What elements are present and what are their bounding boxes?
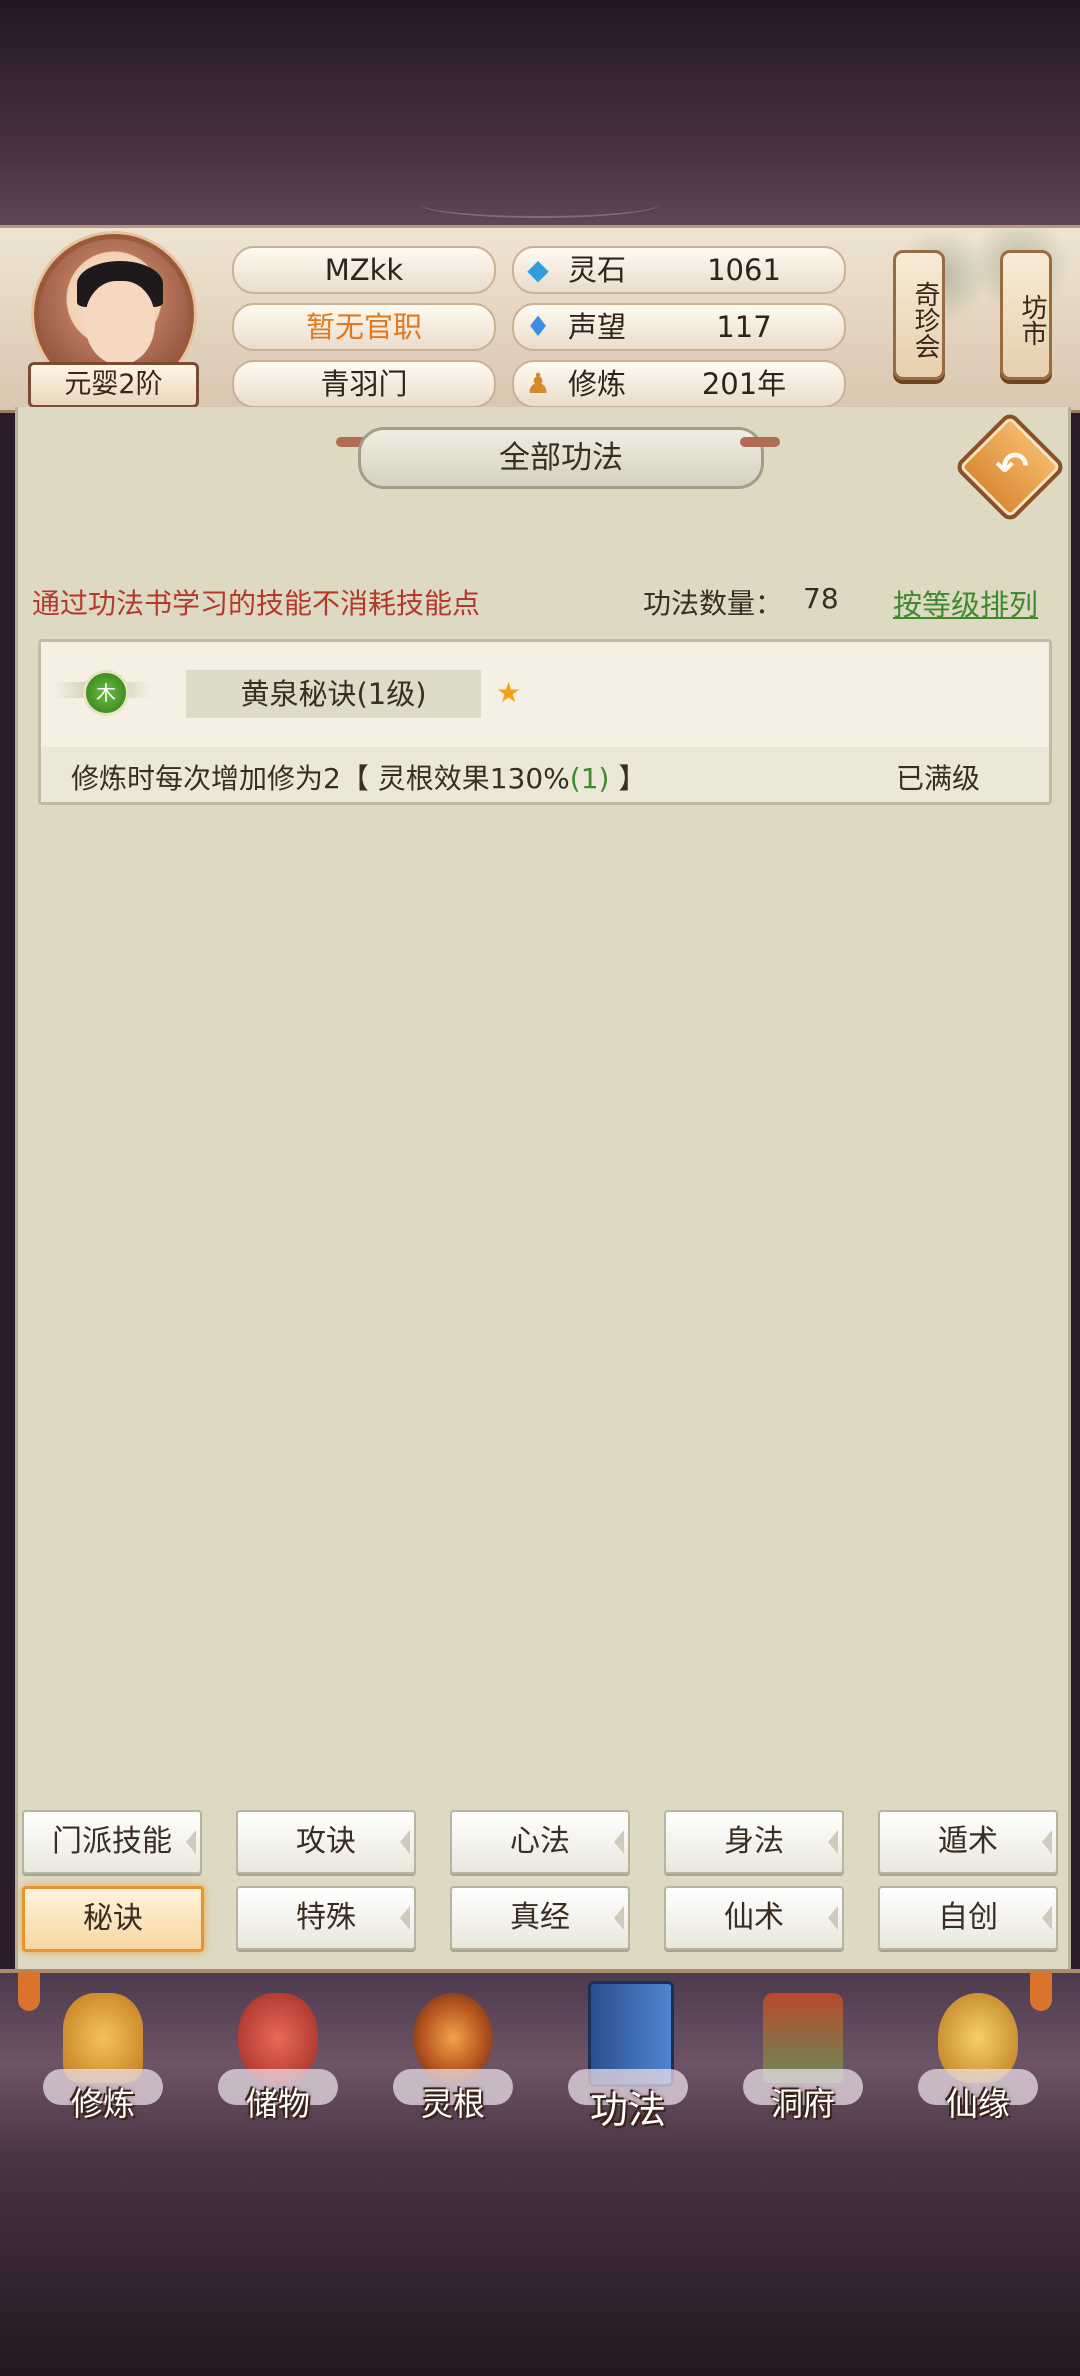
resource-reputation[interactable]: ♦ 声望 117	[512, 303, 846, 351]
skill-count-value: 78	[803, 582, 839, 615]
nav-fate[interactable]: 仙缘	[903, 1979, 1053, 2149]
resource-cultivation[interactable]: ♟ 修炼 201年	[512, 360, 846, 408]
tab-label: 真经	[510, 1900, 570, 1935]
nav-dwelling[interactable]: 洞府	[728, 1979, 878, 2149]
back-arrow-icon: ↶	[995, 444, 1029, 490]
meditation-icon: ♟	[525, 367, 551, 400]
tab-label: 遁术	[938, 1824, 998, 1859]
resource-label: 灵石	[568, 253, 627, 287]
skill-status: 已满级	[896, 762, 981, 795]
skill-description: 修炼时每次增加修为2【 灵根效果130%(1) 】	[71, 757, 646, 797]
nav-label: 灵根	[420, 2085, 485, 2123]
feather-icon: ♦	[525, 310, 551, 343]
tab-escape[interactable]: 遁术	[878, 1810, 1058, 1874]
player-name: MZkk	[232, 246, 496, 294]
nav-skills[interactable]: 功法	[553, 1979, 703, 2149]
tab-sect-skills[interactable]: 门派技能	[22, 1810, 202, 1874]
nav-label: 仙缘	[945, 2085, 1010, 2123]
title-ornament-right	[740, 437, 780, 447]
tab-mind[interactable]: 心法	[450, 1810, 630, 1874]
nav-storage[interactable]: 储物	[203, 1979, 353, 2149]
resource-value: 117	[716, 310, 772, 344]
tab-label: 自创	[938, 1900, 998, 1935]
tab-label: 特殊	[296, 1900, 356, 1935]
tab-secret[interactable]: 秘诀	[22, 1886, 204, 1952]
skill-description-end: 】	[609, 762, 647, 795]
nav-label: 洞府	[770, 2085, 835, 2123]
gem-icon: ◆	[527, 253, 549, 286]
resource-label: 修炼	[568, 367, 627, 401]
resource-list: ◆ 灵石 1061 ♦ 声望 117 ♟ 修炼 201年	[512, 246, 846, 417]
nav-label: 功法	[589, 2088, 666, 2132]
bottom-background	[0, 2151, 1080, 2376]
tab-label: 仙术	[724, 1900, 784, 1935]
nav-cultivate[interactable]: 修炼	[28, 1979, 178, 2149]
tab-label: 身法	[724, 1824, 784, 1859]
nav-label: 储物	[245, 2085, 310, 2123]
player-info: MZkk 暂无官职 青羽门	[232, 246, 496, 417]
avatar-face	[85, 281, 155, 365]
nav-spirit-root[interactable]: 灵根	[378, 1979, 528, 2149]
player-header: 元婴2阶 MZkk 暂无官职 青羽门 ◆ 灵石 1061 ♦ 声望 117 ♟ …	[0, 225, 1080, 413]
star-icon: ★	[496, 676, 522, 709]
official-title[interactable]: 暂无官职	[232, 303, 496, 351]
skill-card[interactable]: 木 黄泉秘诀(1级) ★ 修炼时每次增加修为2【 灵根效果130%(1) 】 已…	[38, 639, 1052, 805]
skill-bonus-count: (1)	[569, 762, 610, 795]
bottom-navigation: 修炼 储物 灵根 功法 洞府 仙缘	[0, 1969, 1080, 2159]
tab-label: 攻诀	[296, 1824, 356, 1859]
tab-attack[interactable]: 攻诀	[236, 1810, 416, 1874]
resource-value: 1061	[707, 253, 781, 287]
skills-panel: 全部功法 ↶ 通过功法书学习的技能不消耗技能点 功法数量： 78 按等级排列 木…	[15, 407, 1071, 1969]
tab-label: 门派技能	[52, 1824, 172, 1859]
wood-element-icon: 木	[83, 670, 129, 716]
player-avatar[interactable]: 元婴2阶	[28, 234, 199, 408]
resource-spirit-stone[interactable]: ◆ 灵石 1061	[512, 246, 846, 294]
market-label: 坊市	[1017, 294, 1047, 346]
tab-special[interactable]: 特殊	[236, 1886, 416, 1950]
tab-immortal-art[interactable]: 仙术	[664, 1886, 844, 1950]
tab-label: 秘诀	[83, 1901, 143, 1936]
tab-label: 心法	[510, 1824, 570, 1859]
tab-self-created[interactable]: 自创	[878, 1886, 1058, 1950]
tab-scripture[interactable]: 真经	[450, 1886, 630, 1950]
header-ornament	[420, 190, 660, 218]
sect-name[interactable]: 青羽门	[232, 360, 496, 408]
resource-value: 201年	[701, 367, 787, 401]
resource-label: 声望	[568, 310, 627, 344]
page-title: 全部功法	[358, 427, 764, 489]
nav-label: 修炼	[70, 2085, 135, 2123]
skill-name: 黄泉秘诀(1级)	[186, 670, 481, 718]
treasure-shop-label: 奇珍会	[910, 281, 940, 359]
skill-description-text: 修炼时每次增加修为2【 灵根效果130%	[71, 762, 570, 795]
sort-by-level-link[interactable]: 按等级排列	[893, 582, 1038, 624]
skill-notice: 通过功法书学习的技能不消耗技能点	[32, 587, 481, 620]
realm-badge: 元婴2阶	[28, 362, 199, 408]
tab-movement[interactable]: 身法	[664, 1810, 844, 1874]
treasure-shop-button[interactable]: 奇珍会	[893, 250, 945, 380]
market-button[interactable]: 坊市	[1000, 250, 1052, 380]
skill-count-label: 功法数量：	[643, 587, 784, 620]
